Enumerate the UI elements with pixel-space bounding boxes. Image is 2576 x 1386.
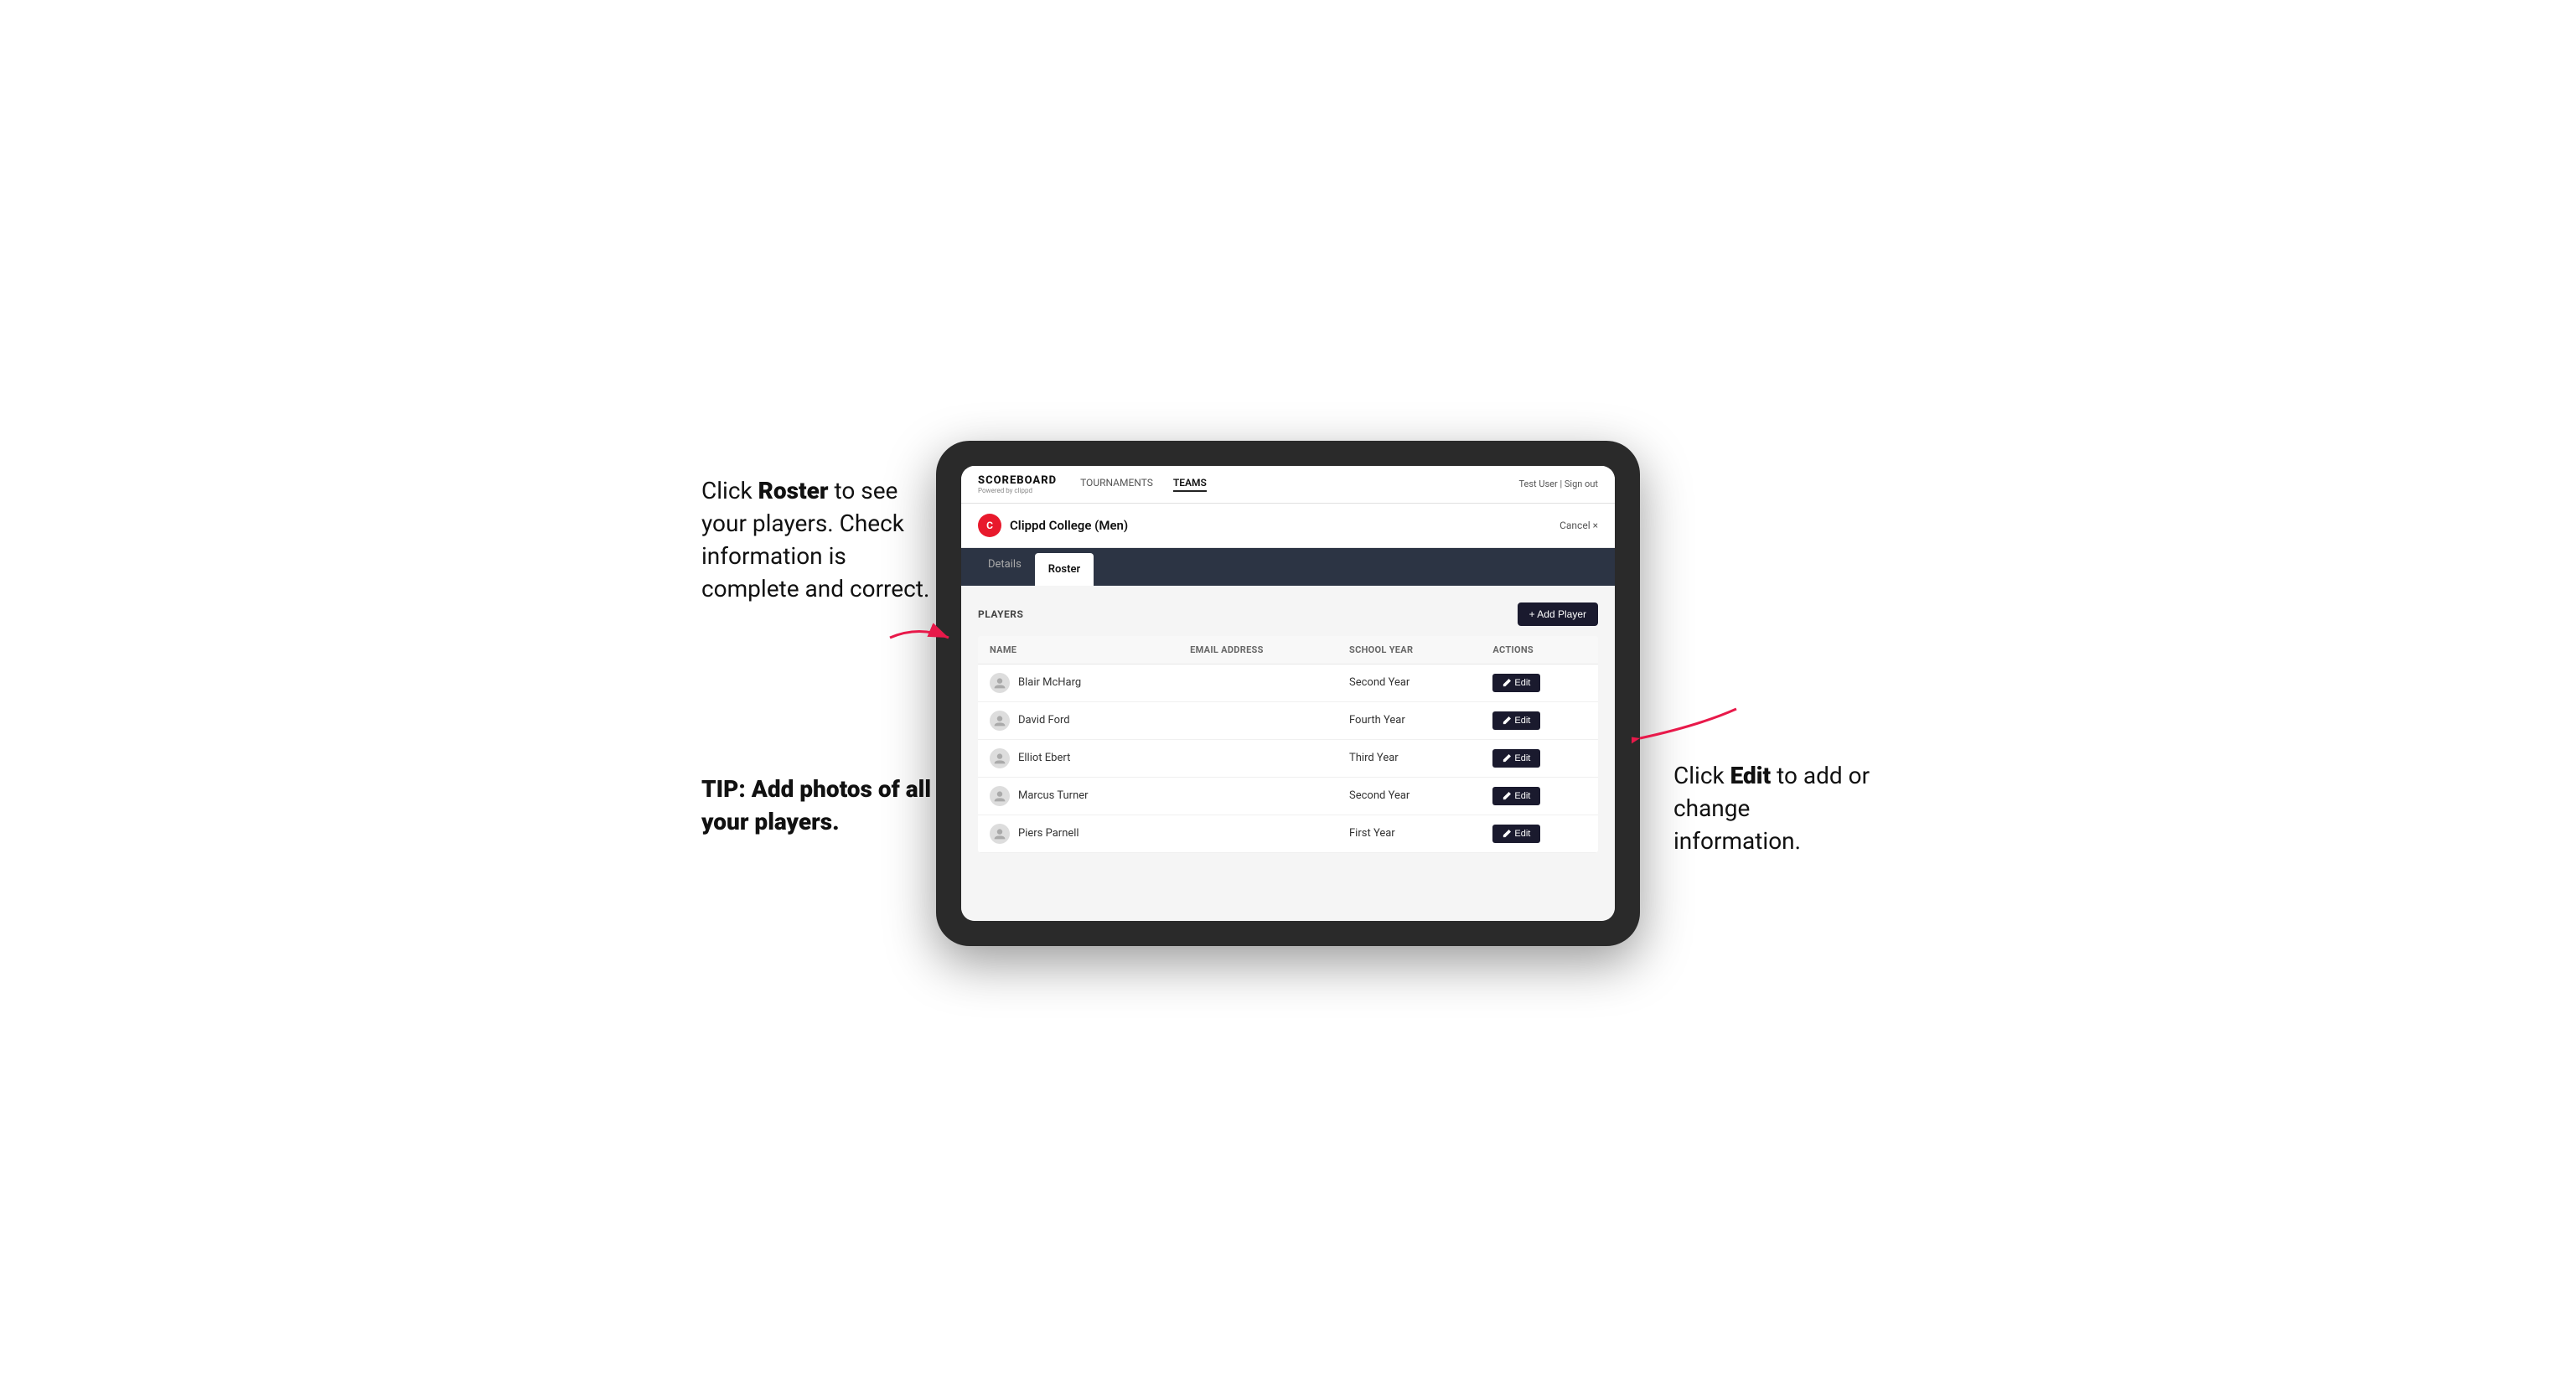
annotation-text-main: Click Roster to see your players. Check … — [701, 477, 929, 603]
player-actions: Edit — [1481, 777, 1598, 815]
player-name-cell: Elliot Ebert — [978, 739, 1178, 777]
main-content: PLAYERS + Add Player NAME EMAIL ADDRESS … — [961, 586, 1615, 921]
table-row: David Ford Fourth Year Edit — [978, 701, 1598, 739]
player-actions: Edit — [1481, 815, 1598, 852]
pencil-icon — [1503, 792, 1511, 800]
table-row: Marcus Turner Second Year Edit — [978, 777, 1598, 815]
player-avatar — [990, 786, 1010, 806]
edit-button[interactable]: Edit — [1492, 787, 1540, 805]
add-player-button[interactable]: + Add Player — [1518, 602, 1598, 626]
col-name: NAME — [978, 636, 1178, 665]
player-school-year: Second Year — [1337, 664, 1481, 701]
avatar-icon — [993, 714, 1006, 727]
player-email — [1178, 701, 1337, 739]
player-email — [1178, 664, 1337, 701]
edit-button[interactable]: Edit — [1492, 749, 1540, 768]
player-school-year: Third Year — [1337, 739, 1481, 777]
nav-link-teams[interactable]: TEAMS — [1173, 477, 1207, 492]
player-actions: Edit — [1481, 739, 1598, 777]
avatar-icon — [993, 676, 1006, 690]
player-name-cell: Piers Parnell — [978, 815, 1178, 852]
team-name: Clippd College (Men) — [1010, 518, 1128, 533]
table-row: Piers Parnell First Year Edit — [978, 815, 1598, 852]
player-name-cell: David Ford — [978, 701, 1178, 739]
logo-title: SCOREBOARD — [978, 474, 1057, 487]
player-name-cell: Blair McHarg — [978, 664, 1178, 701]
col-school-year: SCHOOL YEAR — [1337, 636, 1481, 665]
tab-roster[interactable]: Roster — [1035, 553, 1094, 586]
edit-button[interactable]: Edit — [1492, 711, 1540, 730]
team-logo: C — [978, 514, 1001, 537]
nav-user-text: Test User | Sign out — [1518, 478, 1598, 489]
col-email: EMAIL ADDRESS — [1178, 636, 1337, 665]
player-school-year: Second Year — [1337, 777, 1481, 815]
table-row: Elliot Ebert Third Year Edit — [978, 739, 1598, 777]
tablet-frame: SCOREBOARD Powered by clippd TOURNAMENTS… — [936, 441, 1640, 946]
player-school-year: Fourth Year — [1337, 701, 1481, 739]
annotation-text-tip: TIP: Add photos of all your players. — [701, 775, 931, 835]
player-school-year: First Year — [1337, 815, 1481, 852]
player-name: Blair McHarg — [1018, 676, 1081, 689]
app-navbar: SCOREBOARD Powered by clippd TOURNAMENTS… — [961, 466, 1615, 504]
avatar-icon — [993, 789, 1006, 803]
tablet-screen: SCOREBOARD Powered by clippd TOURNAMENTS… — [961, 466, 1615, 921]
tablet-container: SCOREBOARD Powered by clippd TOURNAMENTS… — [936, 441, 1640, 946]
nav-left: SCOREBOARD Powered by clippd TOURNAMENTS… — [978, 474, 1207, 494]
arrow-left — [886, 621, 953, 654]
nav-logo: SCOREBOARD Powered by clippd — [978, 474, 1057, 494]
player-actions: Edit — [1481, 664, 1598, 701]
player-email — [1178, 777, 1337, 815]
player-avatar — [990, 711, 1010, 731]
player-avatar — [990, 673, 1010, 693]
team-header-left: C Clippd College (Men) — [978, 514, 1128, 537]
cancel-button[interactable]: Cancel × — [1560, 520, 1598, 531]
player-name: Elliot Ebert — [1018, 752, 1070, 764]
pencil-icon — [1503, 830, 1511, 838]
player-avatar — [990, 824, 1010, 844]
annotation-text-right: Click Edit to add or change information. — [1673, 762, 1870, 855]
nav-links: TOURNAMENTS TEAMS — [1080, 477, 1207, 492]
pencil-icon — [1503, 679, 1511, 687]
player-name: David Ford — [1018, 714, 1070, 727]
pencil-icon — [1503, 716, 1511, 725]
player-actions: Edit — [1481, 701, 1598, 739]
players-table: NAME EMAIL ADDRESS SCHOOL YEAR ACTIONS — [978, 636, 1598, 853]
avatar-icon — [993, 827, 1006, 840]
table-row: Blair McHarg Second Year Edit — [978, 664, 1598, 701]
player-email — [1178, 739, 1337, 777]
table-header: NAME EMAIL ADDRESS SCHOOL YEAR ACTIONS — [978, 636, 1598, 665]
logo-subtitle: Powered by clippd — [978, 487, 1057, 494]
right-annotation: Click Edit to add or change information. — [1640, 441, 1875, 858]
tab-details[interactable]: Details — [975, 548, 1035, 586]
player-email — [1178, 815, 1337, 852]
tabs-bar: Details Roster — [961, 548, 1615, 586]
players-header: PLAYERS + Add Player — [978, 602, 1598, 626]
col-actions: ACTIONS — [1481, 636, 1598, 665]
player-name-cell: Marcus Turner — [978, 777, 1178, 815]
player-name: Marcus Turner — [1018, 789, 1089, 802]
avatar-icon — [993, 752, 1006, 765]
edit-button[interactable]: Edit — [1492, 825, 1540, 843]
nav-user: Test User | Sign out — [1518, 478, 1598, 489]
nav-link-tournaments[interactable]: TOURNAMENTS — [1080, 477, 1153, 492]
arrow-right — [1632, 701, 1741, 751]
players-label: PLAYERS — [978, 608, 1023, 620]
player-avatar — [990, 748, 1010, 768]
players-tbody: Blair McHarg Second Year Edit — [978, 664, 1598, 852]
team-header: C Clippd College (Men) Cancel × — [961, 504, 1615, 548]
edit-button[interactable]: Edit — [1492, 674, 1540, 692]
pencil-icon — [1503, 754, 1511, 763]
player-name: Piers Parnell — [1018, 827, 1079, 840]
